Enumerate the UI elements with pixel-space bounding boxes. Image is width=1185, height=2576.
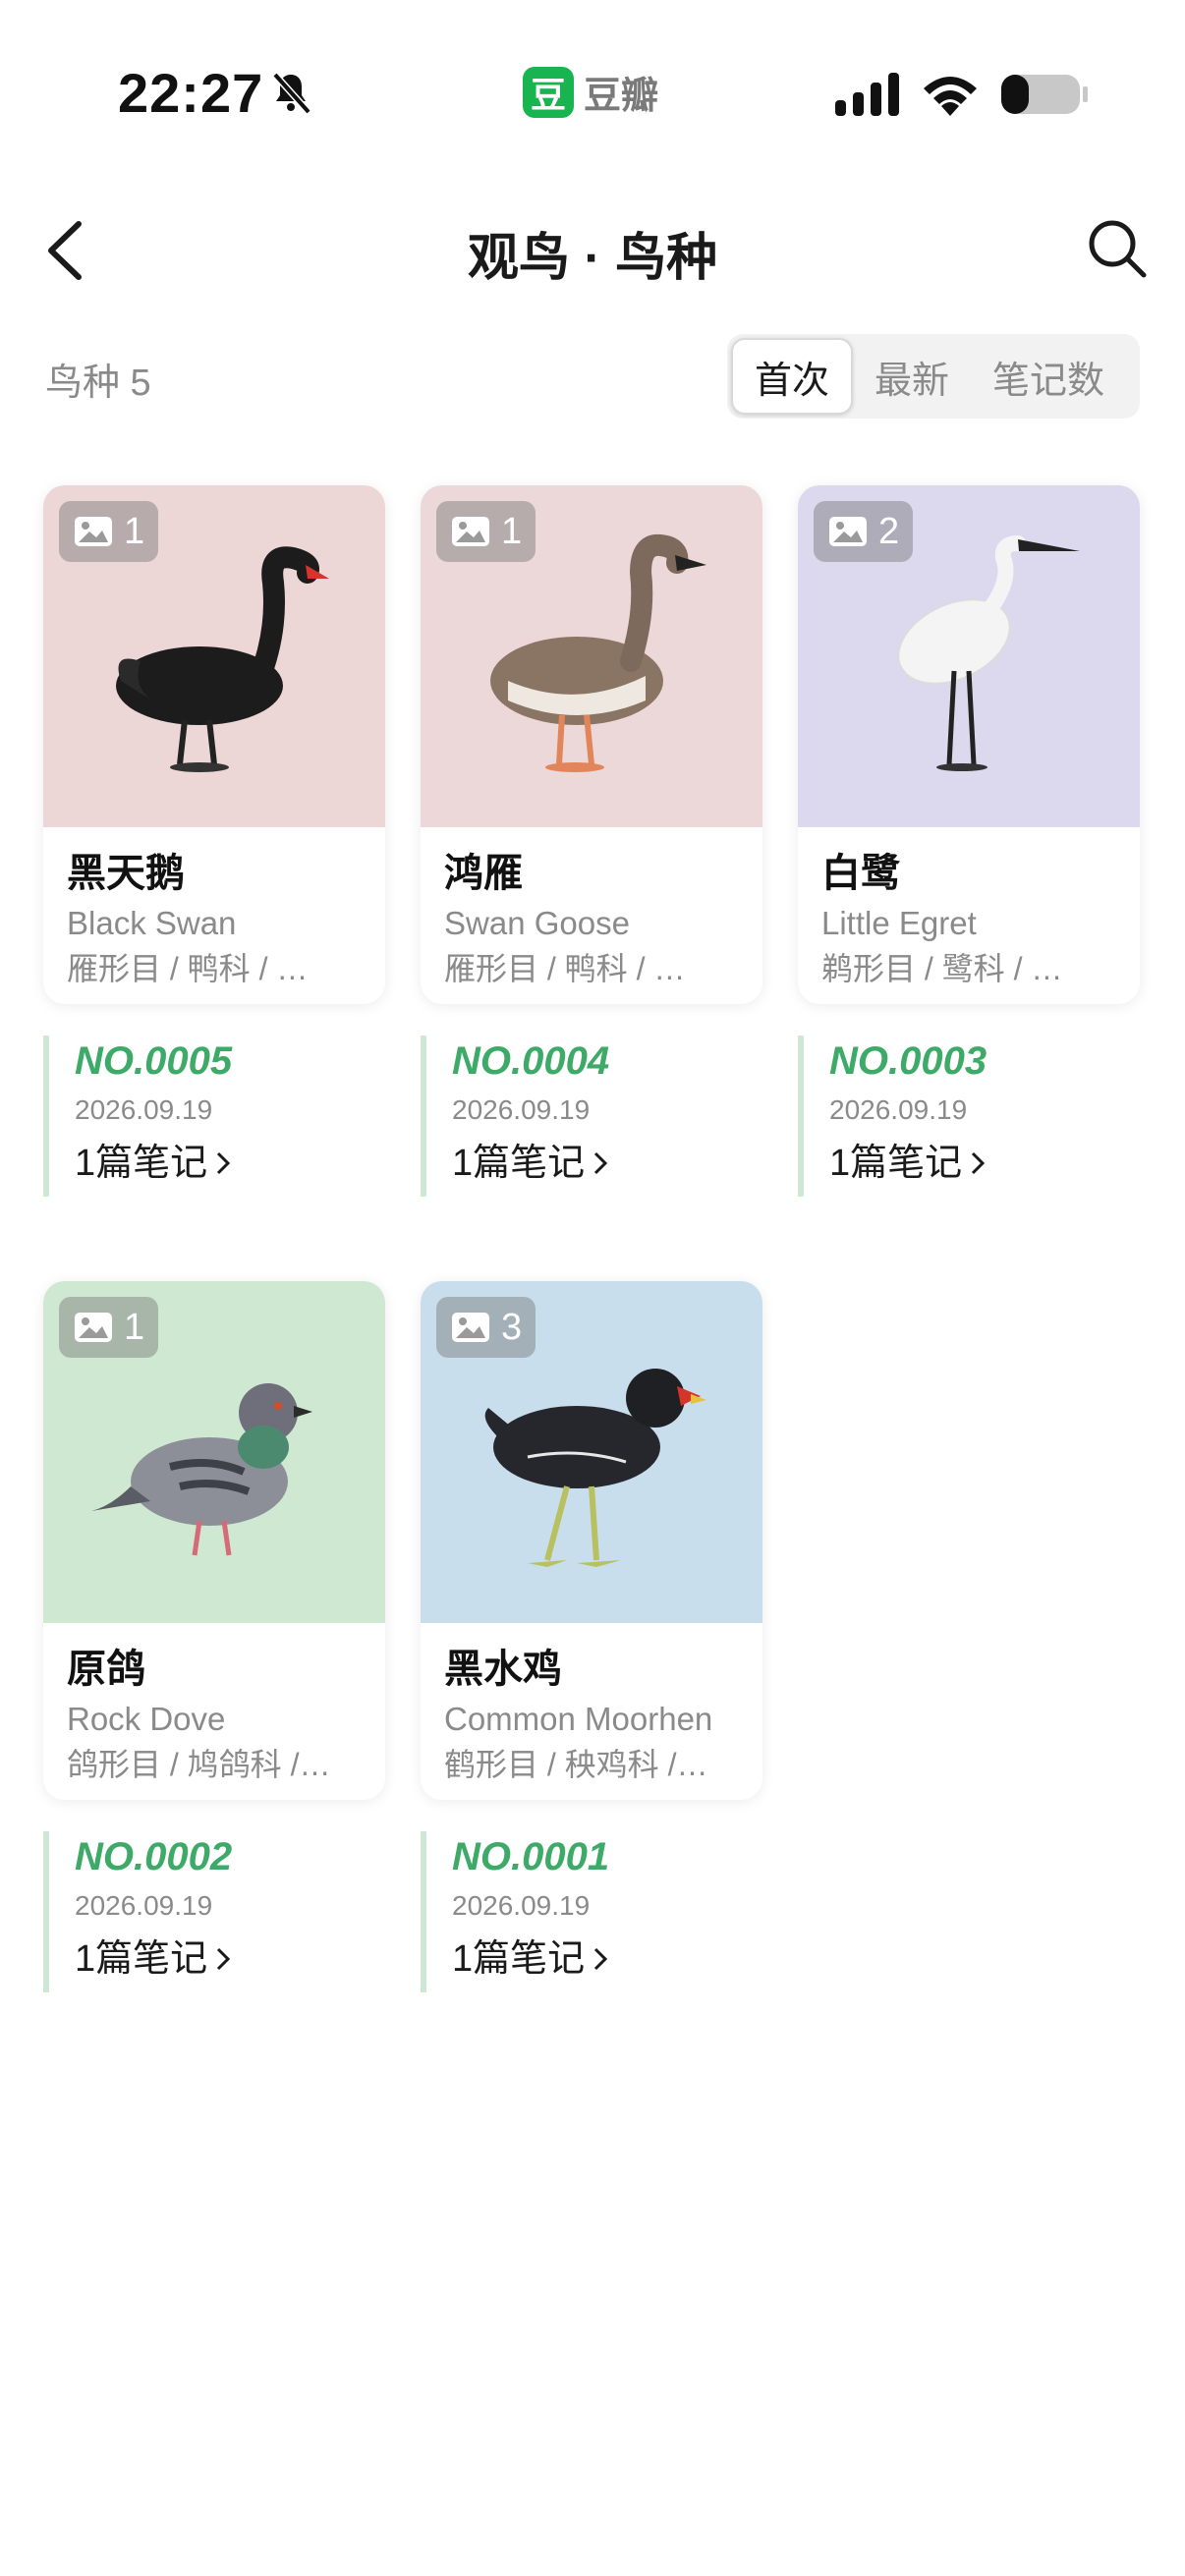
species-info: 黑天鹅 Black Swan 雁形目 / 鸭科 / … [43, 827, 385, 1004]
photo-count-badge: 1 [59, 501, 159, 562]
photo-count-badge: 3 [436, 1297, 536, 1358]
species-taxonomy: 雁形目 / 鸭科 / … [444, 951, 686, 986]
species-info: 原鸽 Rock Dove 鸽形目 / 鸠鸽科 /… [43, 1623, 385, 1800]
record-number: NO.0003 [829, 1039, 988, 1083]
chevron-right-icon [594, 1947, 608, 1971]
record-date: 2026.09.19 [75, 1890, 213, 1921]
species-cn-name: 原鸽 [67, 1648, 145, 1691]
species-cn-name: 白鹭 [821, 852, 900, 895]
record-number: NO.0002 [75, 1835, 233, 1878]
notes-link[interactable]: 1篇笔记 [452, 1134, 762, 1193]
species-grid: 1 黑天鹅 Black Swan 雁形目 / 鸭科 / … NO.0005 20… [43, 485, 1144, 1992]
species-card[interactable]: 1 原鸽 Rock Dove 鸽形目 / 鸠鸽科 /… [43, 1281, 385, 1800]
chevron-right-icon [972, 1151, 986, 1175]
species-cn-name: 黑水鸡 [444, 1648, 562, 1691]
record-number: NO.0005 [75, 1039, 233, 1083]
species-en-name: Swan Goose [444, 905, 630, 941]
app-name: 豆瓣 [584, 76, 659, 117]
species-cn-name: 鸿雁 [444, 852, 523, 895]
chevron-right-icon [217, 1947, 231, 1971]
record-number: NO.0001 [452, 1835, 610, 1878]
sort-segmented-control: 首次 最新 笔记数 [727, 334, 1140, 419]
species-cn-name: 黑天鹅 [67, 852, 185, 895]
photo-count: 1 [124, 510, 145, 552]
record-info: NO.0001 2026.09.19 1篇笔记 [421, 1831, 762, 1992]
species-en-name: Black Swan [67, 905, 237, 941]
sort-tab-latest[interactable]: 最新 [853, 338, 971, 415]
species-card[interactable]: 3 黑水鸡 Common Moorhen 鹤形目 / 秧鸡科 /… [421, 1281, 762, 1800]
app-badge: 豆 豆瓣 [523, 65, 658, 119]
douban-logo-icon: 豆 [523, 66, 574, 118]
species-photo[interactable]: 2 [798, 485, 1140, 827]
sort-tab-note-count[interactable]: 笔记数 [971, 338, 1126, 415]
notes-link-label: 1篇笔记 [452, 1143, 586, 1184]
wifi-icon [924, 77, 977, 116]
notes-link[interactable]: 1篇笔记 [829, 1134, 1140, 1193]
clock-time: 22:27 [118, 62, 264, 124]
species-en-name: Little Egret [821, 905, 977, 941]
species-card[interactable]: 1 鸿雁 Swan Goose 雁形目 / 鸭科 / … [421, 485, 762, 1004]
record-date: 2026.09.19 [75, 1094, 213, 1125]
photo-count-badge: 1 [59, 1297, 159, 1358]
record-date: 2026.09.19 [452, 1890, 591, 1921]
search-icon[interactable] [1085, 216, 1150, 281]
notes-link[interactable]: 1篇笔记 [75, 1134, 385, 1193]
image-icon [452, 1313, 489, 1342]
bell-muted-icon [272, 72, 311, 115]
species-photo[interactable]: 3 [421, 1281, 762, 1623]
record-info: NO.0004 2026.09.19 1篇笔记 [421, 1036, 762, 1197]
image-icon [452, 517, 489, 546]
species-item: 1 鸿雁 Swan Goose 雁形目 / 鸭科 / … NO.0004 202… [421, 485, 762, 1197]
record-date: 2026.09.19 [829, 1094, 968, 1125]
species-item: 1 黑天鹅 Black Swan 雁形目 / 鸭科 / … NO.0005 20… [43, 485, 385, 1197]
species-photo[interactable]: 1 [43, 485, 385, 827]
page-title: 观鸟 · 鸟种 [467, 230, 718, 287]
species-taxonomy: 鹈形目 / 鹭科 / … [821, 951, 1063, 986]
notes-link-label: 1篇笔记 [452, 1938, 586, 1980]
species-card[interactable]: 2 白鹭 Little Egret 鹈形目 / 鹭科 / … [798, 485, 1140, 1004]
image-icon [75, 517, 112, 546]
species-info: 黑水鸡 Common Moorhen 鹤形目 / 秧鸡科 /… [421, 1623, 762, 1800]
chevron-right-icon [594, 1151, 608, 1175]
nav-header: 观鸟 · 鸟种 [0, 196, 1185, 305]
species-taxonomy: 鹤形目 / 秧鸡科 /… [444, 1747, 708, 1782]
record-number: NO.0004 [452, 1039, 610, 1083]
photo-count: 1 [501, 510, 523, 552]
species-photo[interactable]: 1 [43, 1281, 385, 1623]
species-photo[interactable]: 1 [421, 485, 762, 827]
record-date: 2026.09.19 [452, 1094, 591, 1125]
species-info: 鸿雁 Swan Goose 雁形目 / 鸭科 / … [421, 827, 762, 1004]
notes-link[interactable]: 1篇笔记 [452, 1930, 762, 1988]
notes-link-label: 1篇笔记 [75, 1938, 208, 1980]
photo-count: 3 [501, 1306, 523, 1348]
record-info: NO.0002 2026.09.19 1篇笔记 [43, 1831, 385, 1992]
image-icon [75, 1313, 112, 1342]
battery-icon [1001, 75, 1088, 114]
photo-count: 1 [124, 1306, 145, 1348]
photo-count-badge: 1 [436, 501, 536, 562]
photo-count: 2 [878, 510, 900, 552]
photo-count-badge: 2 [814, 501, 914, 562]
species-info: 白鹭 Little Egret 鹈形目 / 鹭科 / … [798, 827, 1140, 1004]
status-bar: 22:27 豆 豆瓣 [0, 0, 1185, 187]
species-item: 2 白鹭 Little Egret 鹈形目 / 鹭科 / … NO.0003 2 [798, 485, 1140, 1197]
cellular-signal-icon [835, 73, 899, 116]
notes-link[interactable]: 1篇笔记 [75, 1930, 385, 1988]
species-count: 鸟种 5 [45, 363, 151, 404]
notes-link-label: 1篇笔记 [75, 1143, 208, 1184]
species-en-name: Rock Dove [67, 1701, 226, 1737]
sort-tab-first[interactable]: 首次 [731, 338, 854, 415]
species-taxonomy: 鸽形目 / 鸠鸽科 /… [67, 1747, 331, 1782]
species-item: 3 黑水鸡 Common Moorhen 鹤形目 / 秧鸡科 /… NO.000… [421, 1281, 762, 1992]
species-en-name: Common Moorhen [444, 1701, 713, 1737]
image-icon [829, 517, 867, 546]
record-info: NO.0003 2026.09.19 1篇笔记 [798, 1036, 1140, 1197]
chevron-right-icon [217, 1151, 231, 1175]
notes-link-label: 1篇笔记 [829, 1143, 963, 1184]
record-info: NO.0005 2026.09.19 1篇笔记 [43, 1036, 385, 1197]
species-taxonomy: 雁形目 / 鸭科 / … [67, 951, 309, 986]
species-item: 1 原鸽 Rock Dove 鸽形目 / 鸠鸽科 /… NO.0002 2026… [43, 1281, 385, 1992]
species-card[interactable]: 1 黑天鹅 Black Swan 雁形目 / 鸭科 / … [43, 485, 385, 1004]
